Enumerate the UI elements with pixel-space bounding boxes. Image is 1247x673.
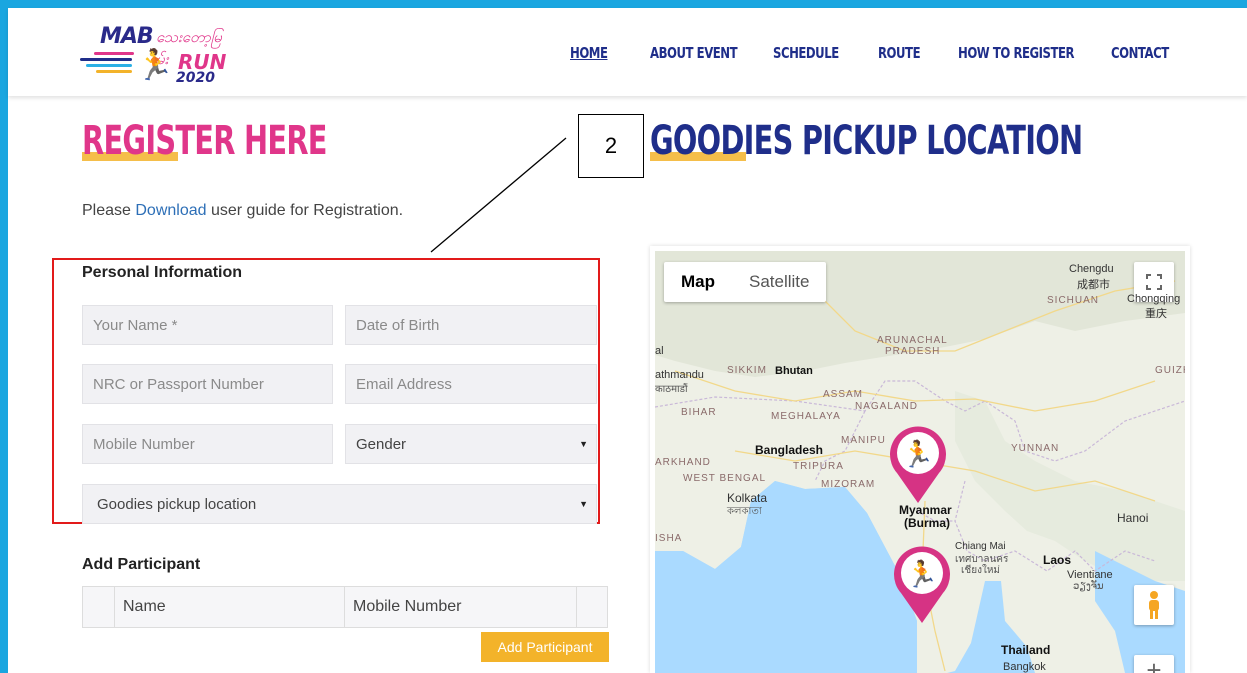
map-label: ວຽງຈັນ [1073, 581, 1104, 592]
plus-icon: + [1146, 655, 1162, 673]
dropdown-arrow-icon: ▼ [579, 499, 588, 509]
map-label: Chengdu [1069, 263, 1114, 275]
add-participant-title: Add Participant [82, 556, 201, 573]
gender-value: Gender [356, 435, 407, 453]
logo-year: 2020 [176, 70, 215, 86]
pegman-icon [1149, 591, 1159, 619]
nrc-passport-input[interactable]: NRC or Passport Number [82, 364, 333, 404]
personal-info-title: Personal Information [82, 264, 243, 281]
goodies-heading: GOODIES PICKUP LOCATION [650, 118, 1083, 164]
nav-how-to-register[interactable]: HOW TO REGISTER [958, 44, 1075, 62]
map-label: Laos [1043, 553, 1072, 567]
pickup-location-pin-icon[interactable]: 🏃 [885, 421, 951, 505]
map-label: Chiang Mai [955, 541, 1006, 552]
map-label: Bhutan [775, 365, 813, 377]
map-label: NAGALAND [855, 401, 919, 412]
main-nav: HOME ABOUT EVENT SCHEDULE ROUTE HOW TO R… [8, 44, 1247, 68]
map-label: Bangkok [1003, 661, 1046, 673]
map-label: Vientiane [1067, 569, 1113, 581]
map-label: PRADESH [885, 346, 941, 357]
participant-table-header: Name Mobile Number [82, 586, 608, 628]
map-label: Kolkata [727, 491, 768, 505]
nav-about-event[interactable]: ABOUT EVENT [650, 44, 738, 62]
svg-text:🏃: 🏃 [906, 559, 938, 590]
map-label: MANIPU [841, 435, 886, 446]
map-label: GUIZH [1155, 365, 1185, 376]
mobile-input[interactable]: Mobile Number [82, 424, 333, 464]
nav-contact[interactable]: CONTACT [1111, 44, 1169, 62]
add-participant-button[interactable]: Add Participant [481, 632, 609, 662]
map-label: BIHAR [681, 407, 717, 418]
map-label: WEST BENGAL [683, 473, 767, 484]
pickup-location-select[interactable]: Goodies pickup location ▼ [82, 484, 597, 524]
gender-select[interactable]: Gender ▼ [345, 424, 597, 464]
map-label: MEGHALAYA [771, 411, 841, 422]
fullscreen-icon [1146, 274, 1162, 290]
column-mobile-number: Mobile Number [345, 587, 577, 627]
map-label: al [655, 345, 664, 357]
guide-prefix: Please [82, 202, 136, 219]
pickup-location-pin-icon[interactable]: 🏃 [889, 541, 955, 625]
user-guide-text: Please Download user guide for Registrat… [82, 202, 403, 220]
map-type-control: Map Satellite [664, 262, 827, 302]
site-header: MAB သေးတော့မြမ်း 🏃 RUN 2020 HOME ABOUT E… [8, 8, 1247, 96]
nav-schedule[interactable]: SCHEDULE [773, 44, 839, 62]
column-name: Name [115, 587, 345, 627]
map-label: काठमाडौं [655, 384, 688, 395]
map-label: Thailand [1001, 643, 1051, 657]
map-label: ARKHAND [655, 457, 711, 468]
map-label: Myanmar [899, 503, 952, 517]
map-label: 成都市 [1077, 279, 1110, 291]
dob-input[interactable]: Date of Birth [345, 305, 597, 345]
map-label: Chongqing [1127, 293, 1181, 305]
map-type-map[interactable]: Map [664, 262, 732, 302]
map-type-satellite[interactable]: Satellite [732, 262, 826, 302]
map-label: SIKKIM [727, 365, 767, 376]
map-label: MIZORAM [821, 479, 876, 490]
map-label: ARUNACHAL [877, 335, 948, 346]
name-placeholder: Your Name * [93, 316, 178, 334]
mobile-placeholder: Mobile Number [93, 435, 195, 453]
map-label: athmandu [655, 369, 704, 381]
map-label: เชียงใหม่ [961, 565, 1001, 576]
dropdown-arrow-icon: ▼ [579, 439, 588, 449]
download-link[interactable]: Download [135, 202, 206, 219]
map-label: YUNNAN [1011, 443, 1060, 454]
table-column-index [83, 587, 115, 627]
street-view-button[interactable] [1134, 585, 1174, 625]
email-input[interactable]: Email Address [345, 364, 597, 404]
map-label: ASSAM [823, 389, 864, 400]
callout-number: 2 [604, 133, 618, 158]
map-label: Bangladesh [755, 443, 824, 457]
nrc-placeholder: NRC or Passport Number [93, 375, 264, 393]
map-label: ISHA [655, 533, 683, 544]
nav-route[interactable]: ROUTE [878, 44, 921, 62]
guide-suffix: user guide for Registration. [206, 202, 404, 219]
map-label: SICHUAN [1047, 295, 1100, 306]
map-label: TRIPURA [793, 461, 844, 472]
pickup-value: Goodies pickup location [97, 495, 257, 513]
map-label: 重庆 [1145, 308, 1167, 320]
email-placeholder: Email Address [356, 375, 452, 393]
dob-placeholder: Date of Birth [356, 316, 440, 334]
map-label: কলকাতা [727, 506, 762, 517]
map-container: Map Satellite + Chengdu 成都市 SICHUAN Chon… [650, 246, 1190, 673]
google-map[interactable]: Map Satellite + Chengdu 成都市 SICHUAN Chon… [655, 251, 1185, 673]
zoom-in-button[interactable]: + [1134, 655, 1174, 673]
map-label: (Burma) [904, 516, 951, 530]
nav-home[interactable]: HOME [570, 44, 608, 62]
register-heading: REGISTER HERE [82, 118, 327, 164]
map-label: Hanoi [1117, 511, 1149, 525]
callout-number-box: 2 [578, 114, 644, 178]
svg-text:🏃: 🏃 [902, 439, 934, 470]
name-input[interactable]: Your Name * [82, 305, 333, 345]
